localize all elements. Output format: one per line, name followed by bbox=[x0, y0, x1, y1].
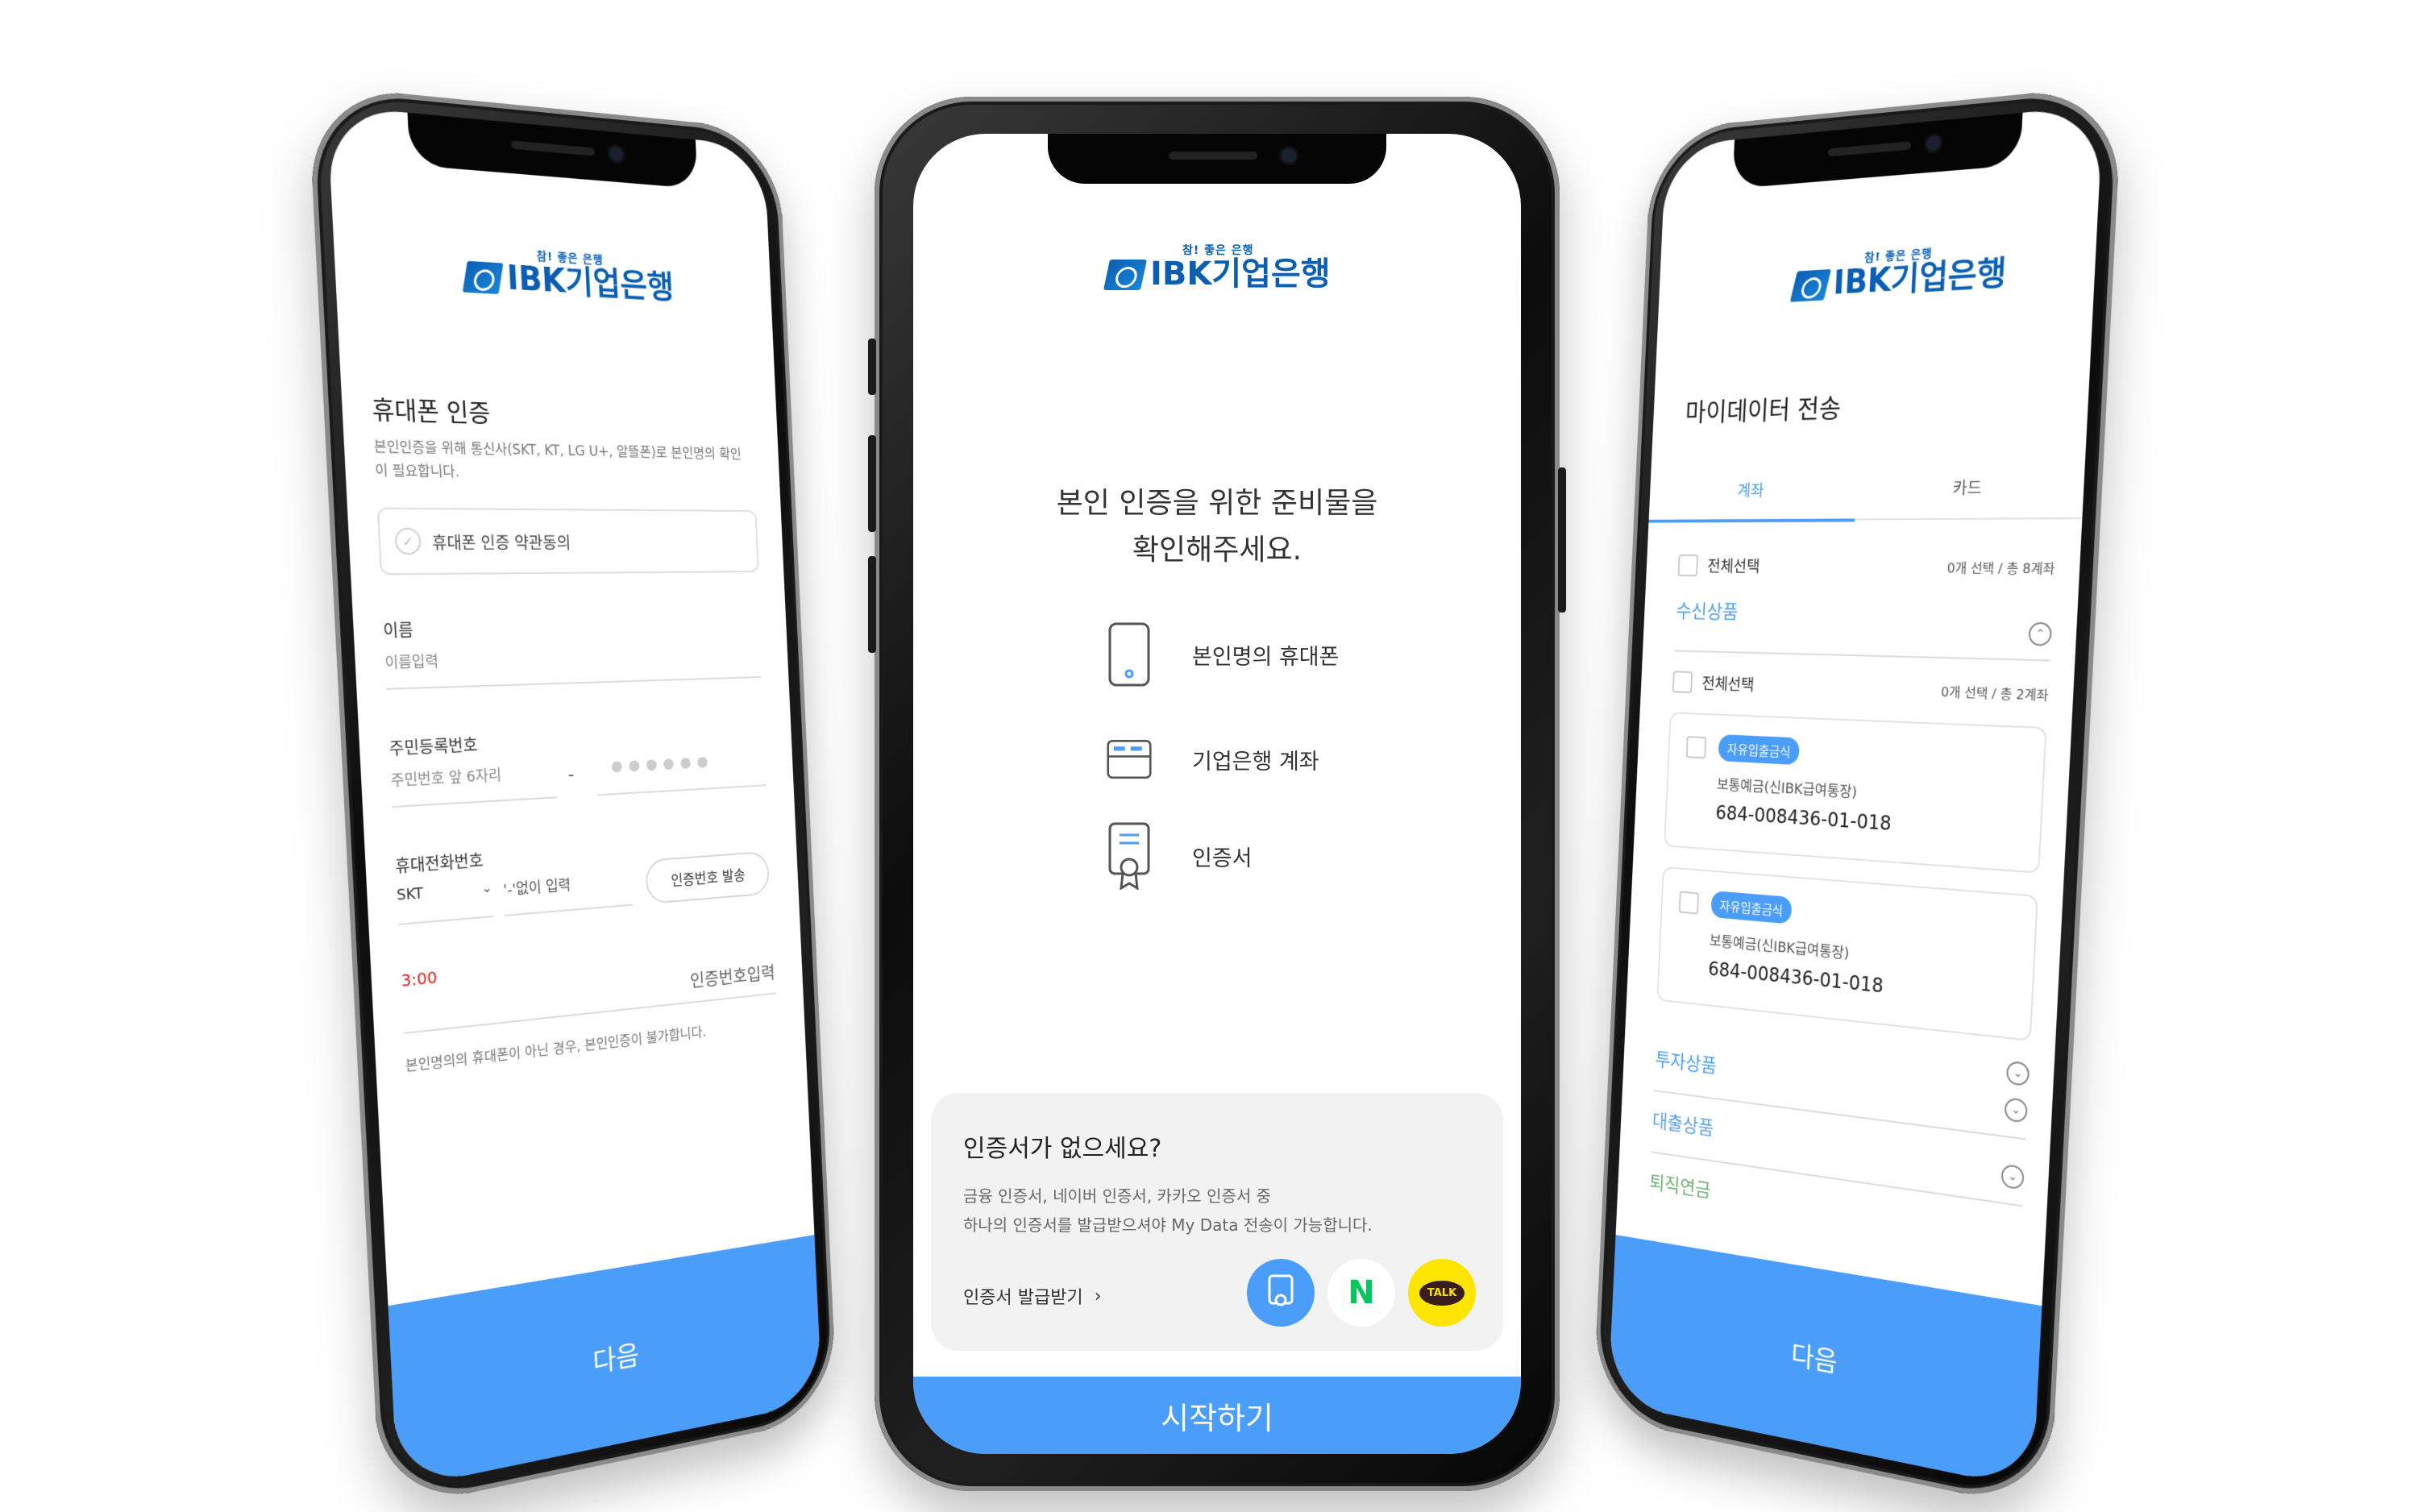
check-circle-icon[interactable]: ✓ bbox=[394, 527, 422, 555]
auth-timer: 3:00 bbox=[400, 966, 438, 991]
smartphone-icon bbox=[1107, 622, 1152, 687]
phone-input[interactable]: '-'없이 입력 bbox=[502, 869, 633, 916]
phone-label: 휴대전화번호 bbox=[394, 850, 484, 877]
issue-certificate-link[interactable]: 인증서 발급받기 › bbox=[963, 1283, 1102, 1309]
select-all-row-1[interactable]: 전체선택 0개 선택 / 총 8계좌 bbox=[1677, 554, 2056, 579]
terms-agree-label: 휴대폰 인증 약관동의 bbox=[431, 532, 571, 553]
name-label: 이름 bbox=[382, 620, 414, 642]
prep-item-phone: 본인명의 휴대폰 bbox=[1107, 622, 1339, 687]
ibk-logo: 참! 좋은 은행 IBK기업은행 bbox=[462, 243, 675, 306]
notch bbox=[1732, 112, 2023, 189]
kakao-cert-icon[interactable]: TALK bbox=[1408, 1259, 1476, 1327]
notch bbox=[1048, 134, 1386, 184]
category-deposit[interactable]: 수신상품 ⌃ bbox=[1674, 596, 2054, 662]
center-screen: 참! 좋은 은행 IBK기업은행 본인 인증을 위한 준비물을 확인해주세요. … bbox=[913, 134, 1521, 1454]
code-input[interactable]: 인증번호입력 bbox=[401, 958, 776, 1035]
center-phone: 참! 좋은 은행 IBK기업은행 본인 인증을 위한 준비물을 확인해주세요. … bbox=[868, 97, 1566, 1491]
name-input[interactable]: 이름입력 bbox=[384, 642, 762, 690]
nocert-desc: 금융 인증서, 네이버 인증서, 카카오 인증서 중 하나의 인증서를 발급받으… bbox=[963, 1186, 1373, 1235]
left-phone: 참! 좋은 은행 IBK기업은행 휴대폰 인증 본인인증을 위해 통신사(SKT… bbox=[307, 84, 838, 1512]
tab-card[interactable]: 카드 bbox=[1855, 472, 2085, 521]
tabs: 계좌 카드 bbox=[1648, 472, 2085, 523]
no-certificate-panel: 인증서가 없으세요? 금융 인증서, 네이버 인증서, 카카오 인증서 중 하나… bbox=[931, 1093, 1503, 1351]
ibk-logo: 참! 좋은 은행 IBK기업은행 bbox=[1103, 242, 1331, 290]
select-all-row-2[interactable]: 전체선택 0개 선택 / 총 2계좌 bbox=[1672, 670, 2050, 706]
chevron-down-icon[interactable]: ⌄ bbox=[2004, 1097, 2029, 1124]
rrn-label: 주민등록번호 bbox=[388, 734, 479, 759]
rrn-back-input[interactable]: ●●●●●● bbox=[596, 750, 767, 796]
certificate-icon bbox=[1107, 822, 1152, 890]
carrier-select[interactable]: SKT ⌄ bbox=[396, 879, 494, 925]
ibk-logo-icon bbox=[1103, 260, 1148, 290]
checkbox[interactable] bbox=[1677, 554, 1699, 576]
rrn-front-input[interactable]: 주민번호 앞 6자리 bbox=[390, 760, 558, 808]
page-title: 본인 인증을 위한 준비물을 확인해주세요. bbox=[1056, 487, 1378, 567]
chevron-down-icon: ⌄ bbox=[481, 879, 493, 896]
checkbox[interactable] bbox=[1672, 670, 1693, 693]
prep-item-certificate: 인증서 bbox=[1107, 822, 1253, 890]
financial-cert-icon[interactable] bbox=[1247, 1259, 1315, 1327]
chevron-down-icon[interactable]: ⌄ bbox=[2000, 1163, 2025, 1190]
prep-item-account: 기업은행 계좌 bbox=[1107, 730, 1319, 788]
rrn-dash: - bbox=[567, 764, 575, 786]
notch bbox=[407, 112, 698, 189]
nocert-title: 인증서가 없으세요? bbox=[963, 1135, 1162, 1163]
account-card[interactable]: 자유입출금식 보통예금(신IBK급여통장) 684-008436-01-018 bbox=[1656, 866, 2038, 1042]
page-title: 마이데이터 전송 bbox=[1685, 393, 1843, 428]
chevron-down-icon[interactable]: ⌄ bbox=[2005, 1060, 2030, 1087]
send-code-button[interactable]: 인증번호 발송 bbox=[645, 850, 771, 905]
category-pension[interactable]: 퇴직연금 bbox=[1649, 1166, 1711, 1203]
tab-account[interactable]: 계좌 bbox=[1648, 476, 1857, 523]
chevron-up-icon[interactable]: ⌃ bbox=[2028, 621, 2053, 646]
next-button[interactable]: 다음 bbox=[388, 1235, 823, 1490]
right-phone: 참! 좋은 은행 IBK기업은행 마이데이터 전송 계좌 카드 전체선택 0개 … bbox=[1592, 84, 2123, 1512]
account-card[interactable]: 자유입출금식 보통예금(신IBK급여통장) 684-008436-01-018 bbox=[1664, 712, 2047, 874]
checkbox[interactable] bbox=[1678, 891, 1700, 915]
checkbox[interactable] bbox=[1685, 736, 1707, 759]
terms-agree-box[interactable]: ✓ 휴대폰 인증 약관동의 bbox=[376, 507, 759, 575]
ibk-logo-icon bbox=[462, 260, 504, 295]
left-screen: 참! 좋은 은행 IBK기업은행 휴대폰 인증 본인인증을 위해 통신사(SKT… bbox=[326, 105, 823, 1490]
right-screen: 참! 좋은 은행 IBK기업은행 마이데이터 전송 계좌 카드 전체선택 0개 … bbox=[1607, 105, 2104, 1490]
page-title: 휴대폰 인증 bbox=[371, 395, 492, 429]
next-button[interactable]: 다음 bbox=[1607, 1235, 2042, 1490]
start-button[interactable]: 시작하기 bbox=[913, 1377, 1521, 1454]
page-description: 본인인증을 위해 통신사(SKT, KT, LG U+, 알뜰폰)로 본인명의 … bbox=[373, 438, 742, 481]
ibk-logo-icon bbox=[1789, 268, 1831, 302]
chevron-right-icon: › bbox=[1094, 1286, 1102, 1306]
ibk-logo: 참! 좋은 은행 IBK기업은행 bbox=[1789, 239, 2008, 302]
bankbook-icon bbox=[1107, 730, 1152, 788]
naver-cert-icon[interactable]: N bbox=[1327, 1259, 1395, 1327]
